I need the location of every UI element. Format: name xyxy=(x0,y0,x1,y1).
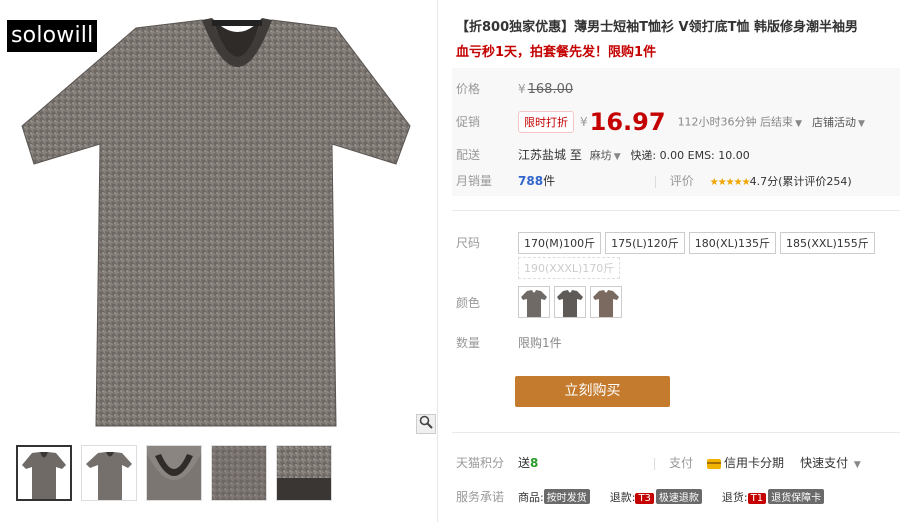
magnifier-icon[interactable] xyxy=(416,414,436,434)
ship-to: 麻坊 xyxy=(589,149,612,162)
size-option-xxxl: 190(XXXL)170斤 xyxy=(518,257,621,279)
size-option-l[interactable]: 175(L)120斤 xyxy=(605,232,685,254)
quantity-limit: 限购1件 xyxy=(518,336,562,350)
sales-unit: 件 xyxy=(543,174,556,188)
chevron-down-icon: ▼ xyxy=(613,152,621,162)
points-row: 天猫积分 送8 支付 信用卡分期 快速支付 ▼ xyxy=(456,454,861,471)
color-row: 颜色 xyxy=(456,286,626,318)
shipping-row: 配送 江苏盐城 至 麻坊 ▼ 快递: 0.00 EMS: 10.00 xyxy=(456,146,750,163)
product-title: 【折800独家优惠】薄男士短袖T恤衫 V领打底T恤 韩版修身潮半袖男 xyxy=(456,20,858,35)
main-product-image[interactable] xyxy=(6,6,437,431)
monthly-sales-label: 月销量 xyxy=(456,174,493,188)
currency-symbol: ¥ xyxy=(580,114,588,129)
product-page: solowill 【折800独家优惠】薄男士短袖T恤衫 V领打底T恤 韩版修身潮… xyxy=(0,0,900,522)
panel-divider xyxy=(437,0,438,522)
buy-now-button[interactable]: 立刻购买 xyxy=(515,376,670,407)
original-price: 168.00 xyxy=(527,82,574,97)
flash-sale-badge: 限时打折 xyxy=(518,110,574,133)
chevron-down-icon: ▼ xyxy=(857,118,865,129)
countdown-timer: 112小时36分钟 后结束 xyxy=(677,115,794,129)
sales-row: 月销量 788件 评价 ★★★★★4.7分(累计评价254) xyxy=(456,172,852,189)
divider xyxy=(452,432,900,433)
quantity-row: 数量 限购1件 xyxy=(456,334,562,351)
thumbnail-hem-detail[interactable] xyxy=(276,445,332,501)
credit-card-icon xyxy=(707,458,722,469)
size-option-xl[interactable]: 180(XL)135斤 xyxy=(688,232,777,254)
color-option-brown[interactable] xyxy=(590,286,622,318)
original-currency: ¥ xyxy=(518,82,526,96)
thumbnail-collar-detail[interactable] xyxy=(146,445,202,501)
color-option-dark-gray[interactable] xyxy=(554,286,586,318)
quantity-label: 数量 xyxy=(456,336,481,350)
service-label: 服务承诺 xyxy=(456,490,505,504)
monthly-sales-count: 788 xyxy=(518,174,544,188)
divider xyxy=(654,175,656,188)
service-row: 服务承诺 商品: 按时发货 退款: T3 极速退款 退货: T1 退货保障卡 xyxy=(456,488,825,505)
product-info-panel: 【折800独家优惠】薄男士短袖T恤衫 V领打底T恤 韩版修身潮半袖男 血亏秒1天… xyxy=(452,0,900,522)
color-option-gray[interactable] xyxy=(518,286,550,318)
thumbnail-strip xyxy=(16,445,332,505)
thumbnail-fabric-detail[interactable] xyxy=(211,445,267,501)
payment-label: 支付 xyxy=(669,456,694,470)
product-gallery: solowill xyxy=(0,0,437,522)
size-row: 尺码 170(M)100斤 175(L)120斤 180(XL)135斤 185(XXL… xyxy=(456,232,879,254)
promo-price-row: 促销 限时打折 ¥16.97 112小时36分钟 后结束 ▼ 店铺活动 ▼ xyxy=(456,108,865,136)
promo-label: 促销 xyxy=(456,114,481,129)
fast-refund-badge[interactable]: 极速退款 xyxy=(655,489,702,504)
ship-from: 江苏盐城 xyxy=(518,148,567,162)
brand-logo: solowill xyxy=(7,20,98,52)
return-prefix: 退货: xyxy=(721,491,748,504)
ship-to-word: 至 xyxy=(569,148,582,162)
points-prefix: 送 xyxy=(518,456,531,470)
chevron-down-icon[interactable]: ▼ xyxy=(795,119,802,129)
chevron-down-icon: ▼ xyxy=(853,460,861,470)
promo-subtitle: 血亏秒1天，拍套餐先发！限购1件 xyxy=(456,45,657,60)
rating-label: 评价 xyxy=(669,174,694,188)
points-label: 天猫积分 xyxy=(456,456,505,470)
quick-pay-dropdown[interactable]: 快速支付 ▼ xyxy=(800,456,861,470)
store-promo-dropdown[interactable]: 店铺活动 ▼ xyxy=(812,114,865,130)
divider xyxy=(654,457,656,470)
refund-prefix: 退款: xyxy=(609,491,636,504)
store-promo-label: 店铺活动 xyxy=(811,115,856,129)
on-time-shipping-badge[interactable]: 按时发货 xyxy=(543,489,590,504)
return-guarantee-badge[interactable]: 退货保障卡 xyxy=(768,489,825,504)
star-rating-icon: ★★★★★ xyxy=(709,177,751,188)
price-label: 价格 xyxy=(456,82,481,96)
original-price-row: 价格 ¥168.00 xyxy=(456,80,573,97)
divider xyxy=(452,210,900,211)
current-price: 16.97 xyxy=(589,108,666,136)
size-label: 尺码 xyxy=(456,236,481,250)
size-option-xxl[interactable]: 185(XXL)155斤 xyxy=(780,232,875,254)
quick-pay-label: 快速支付 xyxy=(800,456,849,470)
thumbnail-front-view[interactable] xyxy=(16,445,72,501)
shipping-label: 配送 xyxy=(456,148,481,162)
size-row-2: 190(XXXL)170斤 xyxy=(518,257,624,279)
rating-summary[interactable]: 4.7分(累计评价254) xyxy=(750,175,852,188)
thumbnail-side-view[interactable] xyxy=(81,445,137,501)
goods-prefix: 商品: xyxy=(518,491,544,504)
color-label: 颜色 xyxy=(456,295,481,310)
size-option-m[interactable]: 170(M)100斤 xyxy=(518,232,602,254)
t3-badge: T3 xyxy=(635,493,654,504)
points-value: 8 xyxy=(530,456,539,470)
t1-badge: T1 xyxy=(747,493,767,504)
ship-to-dropdown[interactable]: 麻坊 ▼ xyxy=(590,147,621,163)
credit-installment[interactable]: 信用卡分期 xyxy=(724,456,784,470)
express-fee: 快递: 0.00 EMS: 10.00 xyxy=(630,149,750,162)
tshirt-image xyxy=(21,18,411,427)
